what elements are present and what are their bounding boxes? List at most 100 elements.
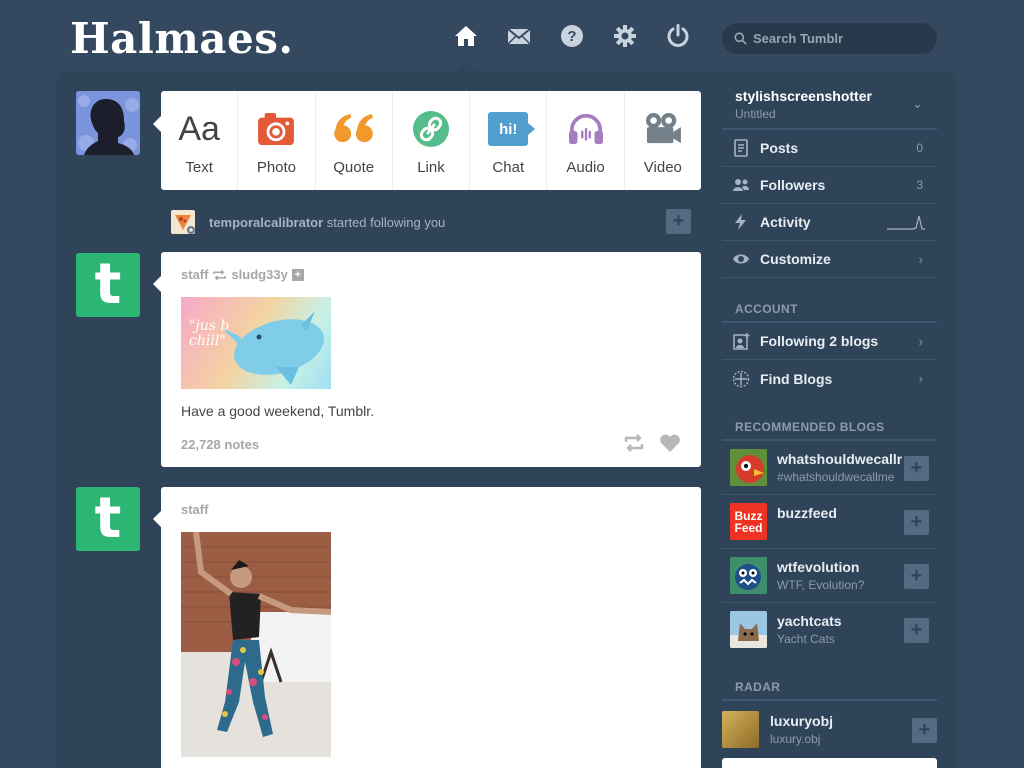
blog-name: yachtcats	[777, 613, 842, 629]
sidebar-item-customize[interactable]: Customize ›	[722, 241, 937, 278]
post-actions	[623, 433, 681, 458]
post-header: staff	[181, 502, 208, 517]
help-icon[interactable]: ?	[558, 22, 586, 50]
post-type-label: Quote	[333, 159, 375, 176]
camera-icon	[257, 109, 295, 149]
my-avatar[interactable]	[76, 91, 140, 155]
reblogged-from[interactable]: sludg33y	[231, 267, 287, 282]
post-author[interactable]: staff	[181, 502, 208, 517]
follow-blog-button[interactable]: +	[904, 564, 929, 589]
power-icon[interactable]	[664, 22, 692, 50]
follow-radar-button[interactable]: +	[912, 718, 937, 743]
follower-avatar[interactable]	[171, 210, 195, 234]
reblog-indicator-icon	[212, 269, 227, 281]
blog-thumbnail	[730, 611, 767, 648]
svg-text:?: ?	[567, 28, 576, 45]
chat-icon: hi!	[488, 109, 536, 149]
blog-name: wtfevolution	[777, 559, 860, 575]
blog-subtitle: #whatshouldwecallme	[777, 470, 895, 484]
post-type-label: Video	[643, 159, 682, 176]
headphones-icon	[566, 109, 606, 149]
chevron-right-icon: ›	[918, 371, 923, 386]
sidebar-item-label: Followers	[760, 177, 826, 193]
compass-icon	[722, 370, 760, 388]
sidebar-item-label: Posts	[760, 140, 799, 156]
post-author[interactable]: staff	[181, 267, 208, 282]
account-heading: ACCOUNT	[735, 302, 798, 316]
active-nav-caret	[457, 62, 475, 71]
post-type-label: Chat	[492, 159, 525, 176]
search-icon	[734, 32, 747, 45]
chevron-down-icon: ⌄	[912, 96, 923, 111]
post-type-label: Text	[185, 159, 213, 176]
mail-icon[interactable]	[505, 22, 533, 50]
sidebar-item-find-blogs[interactable]: Find Blogs ›	[722, 360, 937, 397]
post-type-quote[interactable]: Quote	[314, 91, 392, 190]
blog-thumbnail	[730, 449, 767, 486]
staff-avatar[interactable]: t	[76, 253, 140, 317]
follow-blog-button[interactable]: +	[904, 510, 929, 535]
quote-icon	[333, 109, 375, 149]
sidebar-item-label: Activity	[760, 214, 811, 230]
post-notes-count[interactable]: 22,728 notes	[181, 437, 259, 452]
search-placeholder: Search Tumblr	[753, 31, 844, 46]
follow-reblogged-button[interactable]: +	[291, 268, 304, 281]
search-input[interactable]: Search Tumblr	[722, 23, 937, 54]
sidebar-item-label: Find Blogs	[760, 370, 833, 387]
radar-heading: RADAR	[735, 680, 781, 694]
sidebar-item-following[interactable]: Following 2 blogs ›	[722, 323, 937, 360]
link-icon	[412, 109, 449, 149]
post-type-link[interactable]: Link	[391, 91, 469, 190]
users-icon	[722, 176, 760, 194]
follower-username[interactable]: temporalcalibrator	[209, 215, 323, 230]
blog-name: buzzfeed	[777, 505, 837, 521]
sidebar-item-label: Customize	[760, 251, 831, 267]
post-caption: Have a good weekend, Tumblr.	[181, 403, 375, 419]
radar-blog-name: luxuryobj	[770, 713, 834, 729]
post-type-selector: Aa Text Photo Quote Link hi! Chat Audio …	[153, 91, 701, 190]
posts-count: 0	[916, 141, 923, 155]
radar-thumbnail	[722, 711, 759, 748]
video-camera-icon	[644, 109, 682, 149]
activity-sparkline	[887, 215, 925, 230]
like-heart-icon[interactable]	[659, 433, 681, 458]
sidebar-item-followers[interactable]: Followers 3	[722, 167, 937, 204]
photo-overlay-text: "jus b chill"	[189, 318, 230, 349]
sidebar-item-label: Following 2 blogs	[760, 333, 879, 349]
follow-blog-button[interactable]: +	[904, 618, 929, 643]
buzzfeed-logo: Buzz Feed	[730, 503, 767, 540]
reblog-icon[interactable]	[623, 433, 645, 458]
follow-back-button[interactable]: +	[666, 209, 691, 234]
sidebar-item-activity[interactable]: Activity	[722, 204, 937, 241]
post-type-audio[interactable]: Audio	[546, 91, 623, 190]
staff-avatar[interactable]: t	[76, 487, 140, 551]
follow-blog-button[interactable]: +	[904, 456, 929, 481]
recommended-blog-item[interactable]: whatshouldwecallme #whatshouldwecallme +	[722, 441, 937, 495]
home-icon[interactable]	[452, 22, 480, 50]
recommended-blog-item[interactable]: yachtcats Yacht Cats +	[722, 603, 937, 657]
recommended-blog-item[interactable]: Buzz Feed buzzfeed +	[722, 495, 937, 549]
sidebar-item-posts[interactable]: Posts 0	[722, 130, 937, 167]
blog-switcher[interactable]: stylishscreenshotter Untitled ⌄	[722, 80, 937, 130]
gear-icon[interactable]	[611, 22, 639, 50]
blog-logo[interactable]: Halmaes.	[70, 14, 294, 63]
account-menu: Following 2 blogs › Find Blogs ›	[722, 321, 937, 401]
post-type-chat[interactable]: hi! Chat	[469, 91, 546, 190]
post-type-photo[interactable]: Photo	[237, 91, 314, 190]
post-photo[interactable]	[181, 532, 331, 757]
radar-post-card[interactable]	[722, 758, 937, 768]
follow-notification: temporalcalibrator started following you…	[171, 208, 691, 236]
radar-blog-subtitle: luxury.obj	[770, 732, 821, 746]
post-card: staff	[153, 487, 701, 768]
blog-title: Untitled	[735, 107, 776, 121]
post-type-video[interactable]: Video	[623, 91, 701, 190]
post-type-label: Link	[417, 159, 445, 176]
followers-count: 3	[916, 178, 923, 192]
add-user-icon	[722, 332, 760, 350]
blog-subtitle: WTF, Evolution?	[777, 578, 865, 592]
recommended-blog-item[interactable]: wtfevolution WTF, Evolution? +	[722, 549, 937, 603]
radar-item[interactable]: luxuryobj luxury.obj +	[722, 703, 937, 753]
post-type-text[interactable]: Aa Text	[161, 91, 237, 190]
document-icon	[722, 139, 760, 157]
post-photo[interactable]: "jus b chill"	[181, 297, 331, 389]
